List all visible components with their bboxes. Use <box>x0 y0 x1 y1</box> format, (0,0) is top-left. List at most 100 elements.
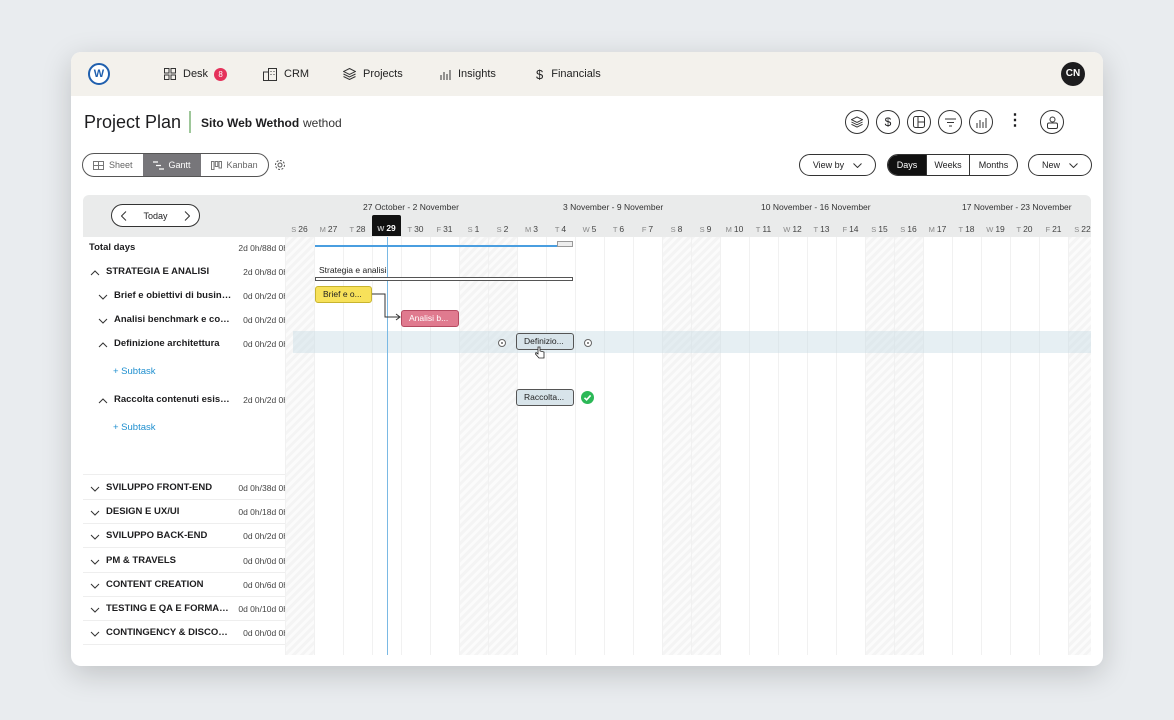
link-handle[interactable] <box>498 339 506 347</box>
task-bar-definizione[interactable]: Definizio... <box>516 333 574 350</box>
group-duration: 0d 0h/38d 0h <box>238 483 288 493</box>
chevron-down-icon[interactable] <box>90 605 100 615</box>
chevron-up-icon[interactable] <box>90 268 100 278</box>
filter-button[interactable] <box>938 110 962 134</box>
day-column <box>459 237 460 655</box>
user-avatar[interactable]: CN <box>1061 62 1085 86</box>
nav-crm[interactable]: CRM <box>263 52 309 96</box>
scale-months[interactable]: Months <box>969 155 1017 175</box>
task-row[interactable]: Analisi benchmark e competitor 0d 0h/2d … <box>83 314 293 330</box>
day-label: M3 <box>517 222 546 236</box>
week-label: 17 November - 23 November <box>962 202 1072 212</box>
chevron-down-icon[interactable] <box>90 557 100 567</box>
day-number: 17 <box>936 224 947 234</box>
chevron-up-icon[interactable] <box>98 396 108 406</box>
weekend-column <box>459 237 488 655</box>
chevron-down-icon[interactable] <box>98 316 108 326</box>
chevron-down-icon[interactable] <box>90 629 100 639</box>
total-days-row: Total days 2d 0h/88d 0h <box>83 242 293 258</box>
link-handle[interactable] <box>584 339 592 347</box>
day-number: 4 <box>561 224 567 234</box>
chevron-down-icon[interactable] <box>90 508 100 518</box>
wethod-logo[interactable]: W <box>88 63 110 85</box>
day-label: T 18 <box>952 222 981 236</box>
day-label: S 26 <box>285 222 314 236</box>
divider <box>83 499 293 500</box>
bar-chart-icon <box>440 69 451 80</box>
day-label: S9 <box>691 222 720 236</box>
project-client[interactable]: wethod <box>303 116 342 130</box>
nav-desk[interactable]: Desk 8 <box>164 52 228 96</box>
project-name: Sito Web Wethod <box>201 116 300 130</box>
view-by-dropdown[interactable]: View by <box>799 154 876 176</box>
divider <box>83 620 293 621</box>
day-column <box>575 237 576 655</box>
group-row[interactable]: DESIGN E UX/UI 0d 0h/18d 0h <box>83 506 293 522</box>
weekend-column <box>894 237 923 655</box>
nav-financials-label: Financials <box>551 68 601 80</box>
group-label: TESTING E QA E FORMAZIONE <box>106 603 232 614</box>
total-bar-end <box>557 241 573 247</box>
group-label: CONTINGENCY & DISCOUNT <box>106 627 234 638</box>
layers-icon <box>851 116 863 128</box>
day-column <box>662 237 663 655</box>
group-bar[interactable] <box>315 277 573 281</box>
tab-kanban-label: Kanban <box>226 160 258 170</box>
group-row[interactable]: SVILUPPO FRONT-END 0d 0h/38d 0h <box>83 482 293 498</box>
day-column <box>923 237 924 655</box>
layout-button[interactable] <box>907 110 931 134</box>
tab-sheet[interactable]: Sheet <box>83 154 143 176</box>
day-label: T 28 <box>343 222 372 236</box>
add-subtask-link[interactable]: + Subtask <box>113 422 156 433</box>
chevron-down-icon[interactable] <box>90 484 100 494</box>
user-settings-button[interactable] <box>1040 110 1064 134</box>
budget-button[interactable]: $ <box>876 110 900 134</box>
app-window: W Desk 8 CRM Projects Insights $ Financi… <box>71 52 1103 666</box>
report-button[interactable] <box>969 110 993 134</box>
task-row[interactable]: Raccolta contenuti esistenti 2d 0h/2d 0h <box>83 394 293 410</box>
scale-days[interactable]: Days <box>888 155 926 175</box>
layers-button[interactable] <box>845 110 869 134</box>
tab-kanban[interactable]: Kanban <box>201 154 268 176</box>
task-bar-brief[interactable]: Brief e o... <box>315 286 372 303</box>
chevron-down-icon[interactable] <box>98 292 108 302</box>
task-row[interactable]: Definizione architettura 0d 0h/2d 0h <box>83 338 293 354</box>
task-row[interactable]: Brief e obiettivi di business 0d 0h/2d 0… <box>83 290 293 306</box>
chevron-down-icon[interactable] <box>90 532 100 542</box>
week-label: 3 November - 9 November <box>563 202 664 212</box>
chevron-up-icon[interactable] <box>98 340 108 350</box>
group-row[interactable]: CONTENT CREATION 0d 0h/6d 0h <box>83 579 293 595</box>
day-label: F7 <box>633 222 662 236</box>
more-options-icon[interactable]: ⋮ <box>1007 112 1023 130</box>
nav-projects[interactable]: Projects <box>343 52 403 96</box>
chevron-down-icon[interactable] <box>90 581 100 591</box>
layout-icon <box>913 116 925 128</box>
nav-insights[interactable]: Insights <box>440 52 496 96</box>
group-row[interactable]: SVILUPPO BACK-END 0d 0h/2d 0h <box>83 530 293 546</box>
top-navigation: W Desk 8 CRM Projects Insights $ Financi… <box>71 52 1103 96</box>
task-bar-analisi[interactable]: Analisi b... <box>401 310 459 327</box>
chevron-left-icon[interactable] <box>121 210 127 221</box>
today-button[interactable]: Today <box>111 204 200 227</box>
day-letter: S <box>871 225 877 234</box>
add-subtask-link[interactable]: + Subtask <box>113 366 156 377</box>
day-letter: S <box>1074 225 1080 234</box>
scale-weeks[interactable]: Weeks <box>926 155 969 175</box>
weekend-column <box>865 237 894 655</box>
day-column <box>691 237 692 655</box>
group-row[interactable]: TESTING E QA E FORMAZIONE 0d 0h/10d 0h <box>83 603 293 619</box>
day-label: W 19 <box>981 222 1010 236</box>
settings-gear-icon[interactable] <box>274 159 286 171</box>
new-dropdown[interactable]: New <box>1028 154 1092 176</box>
day-number: 6 <box>619 224 625 234</box>
group-row[interactable]: PM & TRAVELS 0d 0h/0d 0h <box>83 555 293 571</box>
total-progress-bar <box>315 245 570 247</box>
task-bar-raccolta[interactable]: Raccolta... <box>516 389 574 406</box>
group-row[interactable]: STRATEGIA E ANALISI 2d 0h/8d 0h <box>83 266 293 282</box>
chevron-right-icon[interactable] <box>184 210 190 221</box>
weekend-column <box>662 237 691 655</box>
nav-financials[interactable]: $ Financials <box>536 52 601 96</box>
group-row[interactable]: CONTINGENCY & DISCOUNT 0d 0h/0d 0h <box>83 627 293 643</box>
tab-gantt[interactable]: Gantt <box>142 154 201 176</box>
filter-icon <box>944 118 956 126</box>
